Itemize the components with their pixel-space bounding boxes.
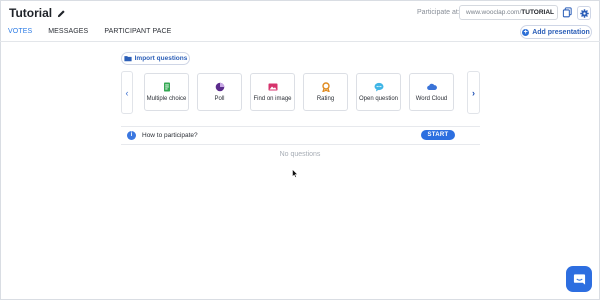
import-questions-label: Import questions [134,55,188,62]
mcq-icon [163,82,170,92]
chat-button[interactable] [566,266,592,292]
import-questions-button[interactable]: Import questions [121,52,190,65]
settings-button[interactable] [577,6,591,20]
how-to-participate-label[interactable]: How to participate? [142,132,198,139]
app-frame [0,0,600,300]
folder-icon [124,56,132,62]
question-type-label: Rating [316,96,335,102]
chevron-right-icon: › [472,87,475,98]
start-button[interactable]: START [421,130,455,140]
tab-bar: VOTES MESSAGES PARTICIPANT PACE [0,24,179,42]
chat-icon [573,273,585,285]
pencil-icon[interactable] [57,9,66,18]
poll-icon [215,82,224,92]
question-type-label: Multiple choice [146,96,187,102]
tab-votes[interactable]: VOTES [0,24,41,42]
gear-icon [579,8,589,18]
divider [121,144,480,145]
tab-divider [0,41,600,42]
rating-icon [321,82,330,92]
participation-url[interactable]: www.wooclap.com/TUTORIAL [459,5,558,20]
url-text: www.wooclap.com/TUTORIAL [466,9,555,16]
title-text: Tutorial [9,6,53,20]
empty-state-text: No questions [279,151,321,158]
carousel-next-button[interactable]: › [467,71,480,114]
add-presentation-button[interactable]: + Add presentation [520,25,592,39]
page-title: Tutorial [9,6,66,20]
chevron-left-icon: ‹ [125,87,129,98]
tab-participant-pace[interactable]: PARTICIPANT PACE [96,24,179,42]
question-type-find-on-image[interactable]: Find on image [250,73,295,111]
speech-bubble-icon [374,82,383,92]
question-type-rating[interactable]: Rating [303,73,348,111]
info-icon[interactable]: i [127,131,136,140]
question-type-multiple-choice[interactable]: Multiple choice [144,73,189,111]
question-type-label: Poll [214,96,225,102]
question-type-word-cloud[interactable]: Word Cloud [409,73,454,111]
image-icon [268,83,277,91]
question-type-label: Word Cloud [415,96,448,102]
divider [121,126,480,127]
participate-label: Participate at: [417,9,460,16]
mouse-cursor-icon [292,169,298,178]
add-presentation-label: Add presentation [532,28,590,36]
cloud-icon [426,83,437,91]
question-type-open-question[interactable]: Open question [356,73,401,111]
question-type-poll[interactable]: Poll [197,73,242,111]
question-type-label: Open question [358,96,399,102]
plus-icon: + [522,28,530,36]
copy-icon[interactable] [562,7,573,18]
question-type-label: Find on image [253,96,292,102]
tab-messages[interactable]: MESSAGES [40,24,96,42]
carousel-prev-button[interactable]: ‹ [121,71,133,114]
